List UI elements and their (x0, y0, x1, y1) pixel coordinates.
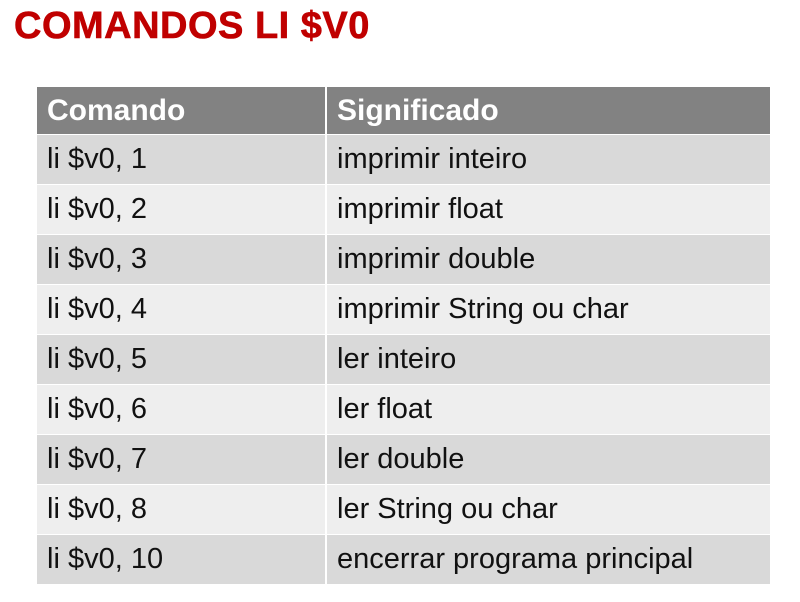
comando-cell: li $v0, 2 (37, 184, 327, 235)
table-row: li $v0, 10 encerrar programa principal (37, 534, 770, 584)
comando-cell: li $v0, 6 (37, 384, 327, 435)
table-row: li $v0, 3 imprimir double (37, 234, 770, 285)
comando-cell: li $v0, 3 (37, 234, 327, 285)
table-row: li $v0, 8 ler String ou char (37, 484, 770, 535)
comando-cell: li $v0, 4 (37, 284, 327, 335)
significado-cell: ler String ou char (326, 484, 770, 535)
comando-cell: li $v0, 8 (37, 484, 327, 535)
table-row: li $v0, 7 ler double (37, 434, 770, 485)
table-row: li $v0, 1 imprimir inteiro (37, 134, 770, 185)
significado-cell: imprimir inteiro (326, 134, 770, 185)
significado-cell: imprimir float (326, 184, 770, 235)
significado-cell: encerrar programa principal (326, 534, 770, 584)
table-header-row: Comando Significado (37, 87, 770, 135)
comando-cell: li $v0, 10 (37, 534, 327, 584)
significado-cell: imprimir double (326, 234, 770, 285)
column-header-comando: Comando (37, 87, 327, 135)
significado-cell: ler double (326, 434, 770, 485)
table-row: li $v0, 6 ler float (37, 384, 770, 435)
table-row: li $v0, 2 imprimir float (37, 184, 770, 235)
column-header-significado: Significado (326, 87, 770, 135)
commands-table: Comando Significado li $v0, 1 imprimir i… (37, 87, 770, 584)
significado-cell: imprimir String ou char (326, 284, 770, 335)
comando-cell: li $v0, 5 (37, 334, 327, 385)
significado-cell: ler float (326, 384, 770, 435)
table-row: li $v0, 5 ler inteiro (37, 334, 770, 385)
comando-cell: li $v0, 7 (37, 434, 327, 485)
significado-cell: ler inteiro (326, 334, 770, 385)
comando-cell: li $v0, 1 (37, 134, 327, 185)
table-row: li $v0, 4 imprimir String ou char (37, 284, 770, 335)
slide-title: COMANDOS LI $V0 (14, 5, 370, 48)
